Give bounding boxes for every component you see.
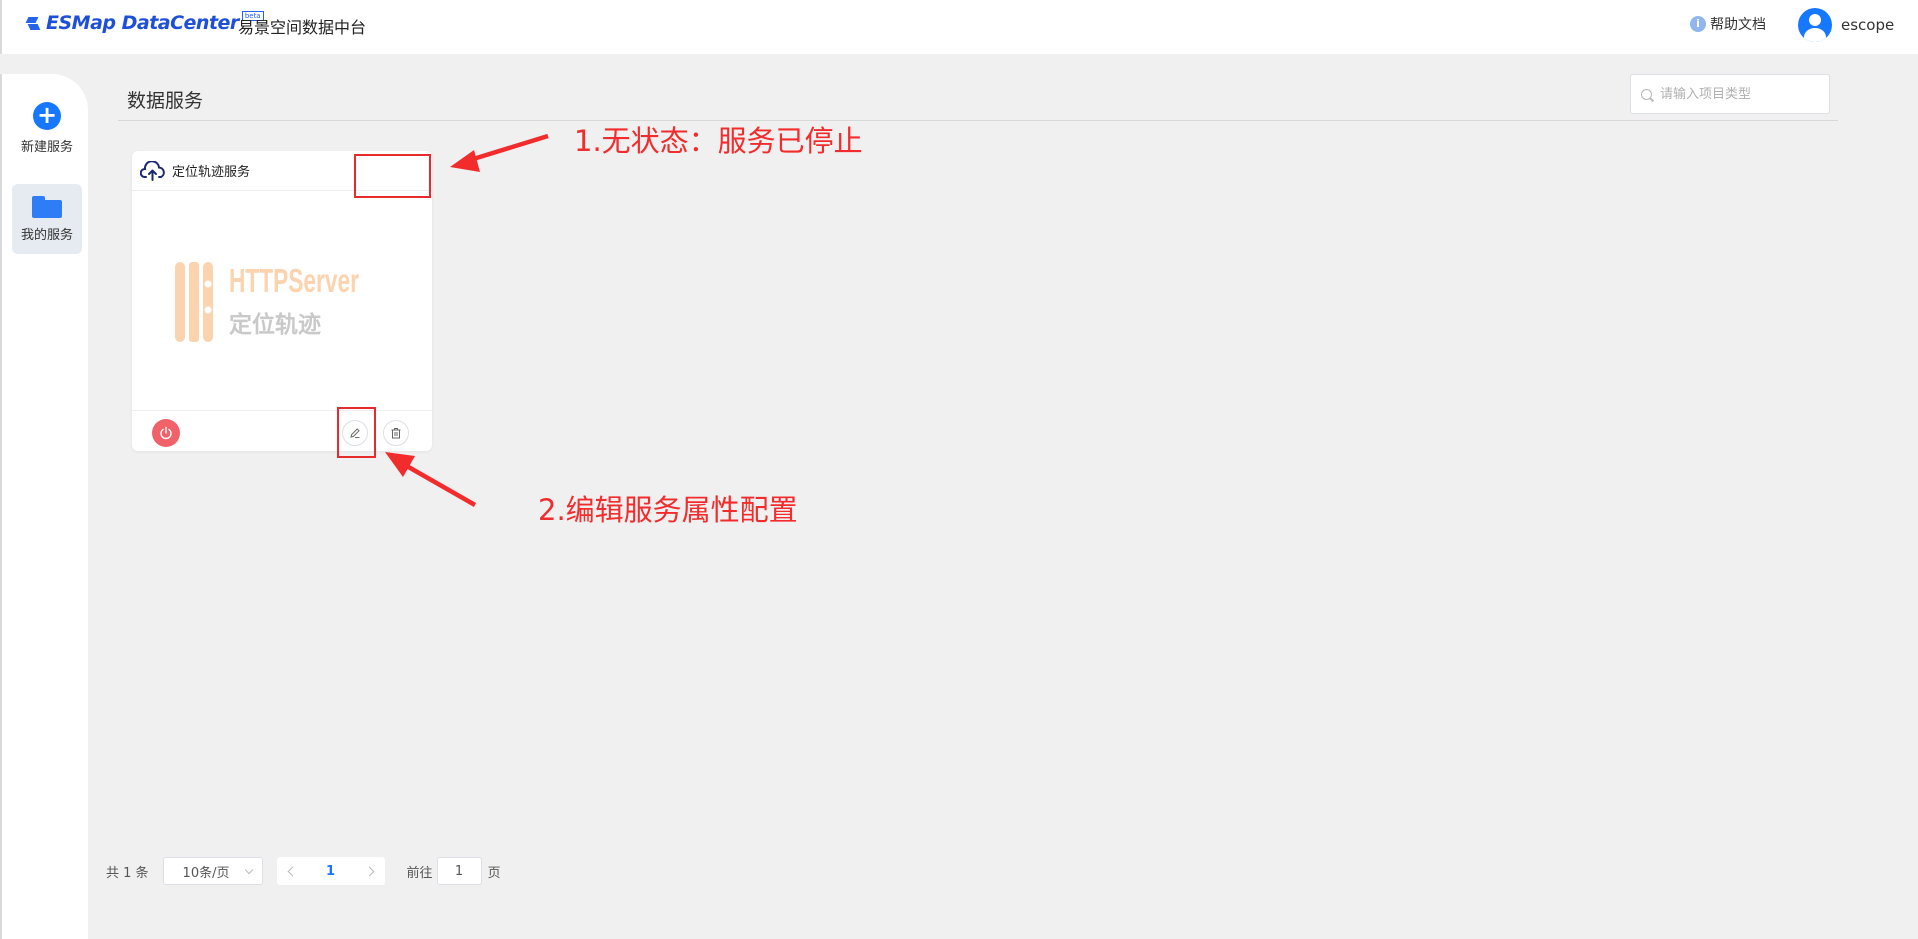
- annotation-arrow-1: [469, 133, 549, 163]
- next-page-icon[interactable]: [364, 866, 374, 876]
- total-count: 共 1 条: [106, 865, 149, 881]
- prev-page-icon[interactable]: [287, 866, 297, 876]
- page-size-select[interactable]: 10条/页: [162, 857, 263, 885]
- pager-controls: 1: [276, 857, 385, 885]
- annotation-text-status: 1.无状态：服务已停止: [574, 124, 863, 158]
- annotation-arrow-2: [403, 463, 477, 507]
- goto-suffix: 页: [487, 865, 501, 881]
- goto-page-input[interactable]: [436, 857, 482, 885]
- current-page[interactable]: 1: [326, 864, 335, 879]
- annotation-arrowhead-1: [450, 150, 480, 172]
- goto-label: 前往: [406, 865, 433, 881]
- annotation-arrows: [385, 133, 549, 507]
- annotation-text-edit: 2.编辑服务属性配置: [538, 493, 798, 527]
- pagination: 共 1 条 10条/页 1 前往 页: [106, 856, 501, 886]
- annotation-arrowhead-2: [385, 452, 415, 477]
